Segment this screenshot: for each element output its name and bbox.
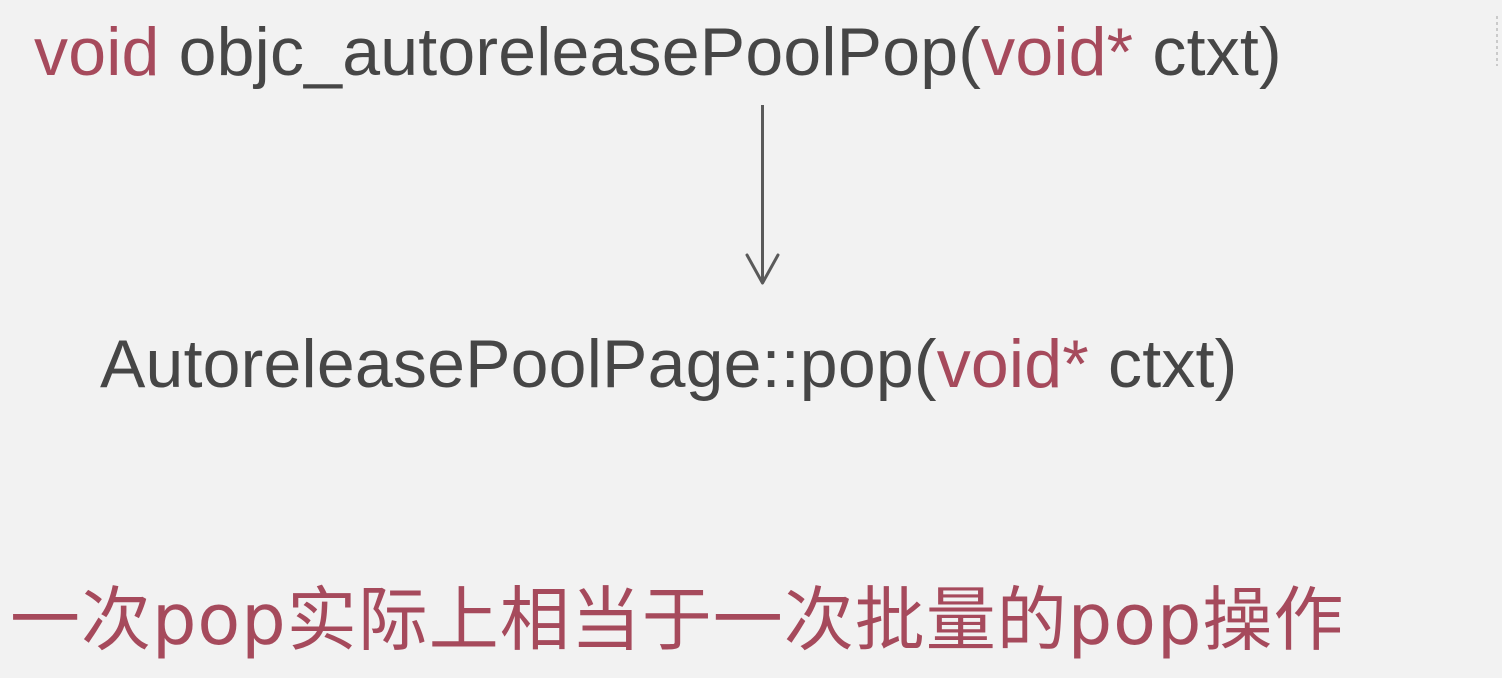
down-arrow-icon xyxy=(745,105,780,285)
param-rest: ctxt) xyxy=(1133,14,1282,90)
param-type-keyword: void* xyxy=(936,326,1089,402)
function-name: AutoreleasePoolPage::pop( xyxy=(100,326,937,402)
caption-text: 一次pop实际上相当于一次批量的pop操作 xyxy=(10,579,1345,661)
return-type-keyword: void xyxy=(34,14,160,90)
param-type-keyword: void* xyxy=(981,14,1134,90)
slide-edge-marker xyxy=(1496,16,1498,66)
param-rest: ctxt) xyxy=(1088,326,1238,402)
function-name: objc_autoreleasePoolPop( xyxy=(159,14,982,90)
objc-autorelease-pool-pop-signature: void objc_autoreleasePoolPop(void* ctxt) xyxy=(34,18,1282,86)
slide: void objc_autoreleasePoolPop(void* ctxt)… xyxy=(0,0,1502,678)
autorelease-pool-page-pop-signature: AutoreleasePoolPage::pop(void* ctxt) xyxy=(100,330,1237,398)
